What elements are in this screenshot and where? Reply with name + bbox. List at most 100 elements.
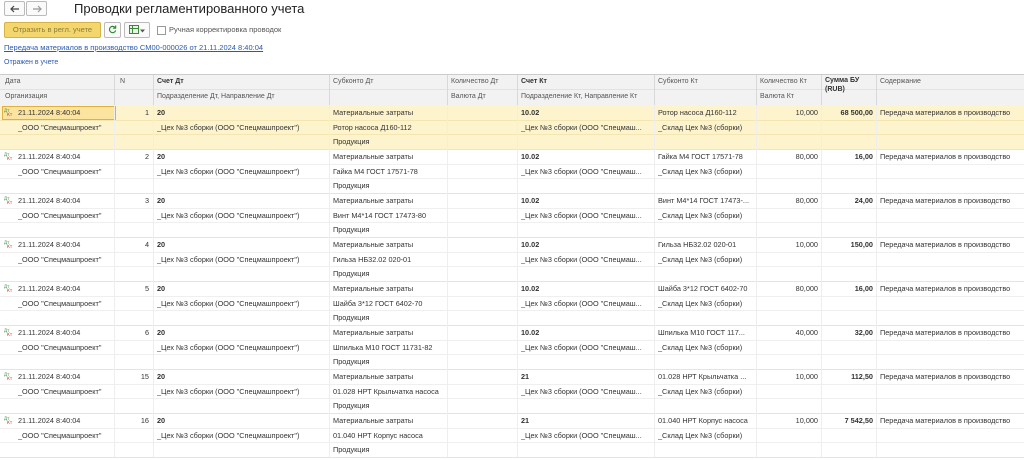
entries-table: Дата N Счет Дт Субконто Дт Количество Дт… [0, 74, 1024, 460]
cell-content: Передача материалов в производство [880, 284, 1011, 293]
back-arrow-icon [9, 5, 20, 13]
col-acc-kt[interactable]: Счет Кт [521, 78, 547, 85]
cell-org: _ООО "Спецмашпроект" [18, 123, 102, 132]
col-cur-dt[interactable]: Валюта Дт [451, 93, 486, 100]
cell-subconto-dt-2: 01.040 НРТ Корпус насоса [333, 431, 423, 440]
table-row[interactable]: Дт Кт 21.11.2024 8:40:04 5 20 Материальны… [0, 281, 1024, 326]
cell-subconto-kt-1: Винт М4*14 ГОСТ 17473-... [658, 196, 749, 205]
cell-subconto-kt-2: _Склад Цех №3 (сборки) [658, 255, 743, 264]
col-sum[interactable]: Сумма БУ [825, 77, 859, 84]
cell-subconto-kt-1: Ротор насоса Д160-112 [658, 108, 737, 117]
cell-subconto-dt-1: Материальные затраты [333, 416, 414, 425]
manual-correction-checkbox[interactable] [157, 26, 166, 35]
table-row[interactable]: Дт Кт 21.11.2024 8:40:04 4 20 Материальны… [0, 237, 1024, 282]
col-cur-kt[interactable]: Валюта Кт [760, 93, 794, 100]
cell-org: _ООО "Спецмашпроект" [18, 387, 102, 396]
cell-subconto-dt-2: Гайка М4 ГОСТ 17571-78 [333, 167, 418, 176]
cell-dept-dt: _Цех №3 сборки (ООО "Спецмашпроект") [157, 343, 300, 352]
cell-content: Передача материалов в производство [880, 240, 1011, 249]
cell-dept-dt: _Цех №3 сборки (ООО "Спецмашпроект") [157, 167, 300, 176]
cell-dept-dt: _Цех №3 сборки (ООО "Спецмашпроект") [157, 255, 300, 264]
cell-date: 21.11.2024 8:40:04 [18, 372, 81, 381]
svg-text:Кт: Кт [7, 112, 13, 116]
cell-qty-kt: 80,000 [795, 284, 818, 293]
forward-button[interactable] [26, 1, 47, 16]
cell-content: Передача материалов в производство [880, 108, 1011, 117]
table-row[interactable]: Дт Кт 21.11.2024 8:40:04 15 20 Материальн… [0, 369, 1024, 414]
dt-kt-icon: Дт Кт [4, 284, 13, 293]
cell-subconto-dt-1: Материальные затраты [333, 196, 414, 205]
cell-subconto-kt-2: _Склад Цех №3 (сборки) [658, 431, 743, 440]
post-to-reg-button[interactable]: Отразить в регл. учете [4, 22, 101, 38]
cell-acc-kt: 10.02 [521, 152, 540, 161]
table-row[interactable]: Дт Кт 21.11.2024 8:40:04 2 20 Материальны… [0, 149, 1024, 194]
cell-content: Передача материалов в производство [880, 152, 1011, 161]
cell-org: _ООО "Спецмашпроект" [18, 255, 102, 264]
cell-n: 4 [144, 240, 149, 249]
cell-dept-dt: _Цех №3 сборки (ООО "Спецмашпроект") [157, 123, 300, 132]
cell-dept-kt: _Цех №3 сборки (ООО "Спецмаш... [521, 123, 642, 132]
cell-subconto-dt-1: Материальные затраты [333, 372, 414, 381]
cell-date: 21.11.2024 8:40:04 [18, 152, 81, 161]
cell-content: Передача материалов в производство [880, 416, 1011, 425]
cell-subconto-kt-2: _Склад Цех №3 (сборки) [658, 167, 743, 176]
col-dept-dt[interactable]: Подразделение Дт, Направление Дт [157, 93, 275, 100]
dt-kt-icon: Дт Кт [4, 328, 13, 337]
col-date[interactable]: Дата [5, 78, 21, 85]
table-icon [129, 24, 139, 36]
col-qty-dt[interactable]: Количество Дт [451, 78, 498, 85]
cell-org: _ООО "Спецмашпроект" [18, 343, 102, 352]
table-row[interactable]: Дт Кт 21.11.2024 8:40:04 3 20 Материальны… [0, 193, 1024, 238]
cell-subconto-kt-2: _Склад Цех №3 (сборки) [658, 299, 743, 308]
cell-date: 21.11.2024 8:40:04 [18, 416, 81, 425]
more-actions-button[interactable] [124, 22, 150, 38]
col-subconto-dt[interactable]: Субконто Дт [333, 78, 373, 85]
cell-subconto-dt-3: Продукция [333, 357, 370, 366]
cell-date: 21.11.2024 8:40:04 [18, 284, 81, 293]
cell-qty-kt: 10,000 [795, 240, 818, 249]
dt-kt-icon: Дт Кт [4, 152, 13, 161]
cell-subconto-kt-1: Шпилька М10 ГОСТ 117... [658, 328, 745, 337]
svg-text:Кт: Кт [7, 200, 13, 204]
col-acc-dt[interactable]: Счет Дт [157, 78, 184, 85]
cell-subconto-dt-3: Продукция [333, 313, 370, 322]
dt-kt-icon: Дт Кт [4, 108, 13, 117]
cell-subconto-dt-1: Материальные затраты [333, 240, 414, 249]
dt-kt-icon: Дт Кт [4, 196, 13, 205]
title-bar: Проводки регламентированного учета [0, 0, 1024, 18]
col-dept-kt[interactable]: Подразделение Кт, Направление Кт [521, 93, 637, 100]
col-n[interactable]: N [120, 78, 125, 85]
cell-subconto-kt-1: 01.028 НРТ Крыльчатка ... [658, 372, 747, 381]
cell-sum: 24,00 [854, 196, 873, 205]
cell-subconto-kt-1: 01.040 НРТ Корпус насоса [658, 416, 748, 425]
cell-dept-kt: _Цех №3 сборки (ООО "Спецмаш... [521, 299, 642, 308]
cell-qty-kt: 40,000 [795, 328, 818, 337]
cell-dept-kt: _Цех №3 сборки (ООО "Спецмаш... [521, 431, 642, 440]
table-row[interactable]: Дт Кт 21.11.2024 8:40:04 1 20 Материальны… [0, 105, 1024, 150]
cell-subconto-kt-2: _Склад Цех №3 (сборки) [658, 343, 743, 352]
cell-acc-dt: 20 [157, 328, 166, 337]
col-content[interactable]: Содержание [880, 78, 921, 85]
cell-n: 1 [144, 108, 149, 117]
table-row[interactable]: Дт Кт 21.11.2024 8:40:04 16 20 Материальн… [0, 413, 1024, 458]
table-row[interactable]: Дт Кт 21.11.2024 8:40:04 6 20 Материальны… [0, 325, 1024, 370]
svg-text:Кт: Кт [7, 288, 13, 292]
cell-n: 2 [144, 152, 149, 161]
refresh-icon [108, 24, 117, 36]
cell-subconto-dt-1: Материальные затраты [333, 328, 414, 337]
cell-acc-kt: 10.02 [521, 196, 540, 205]
cell-n: 16 [140, 416, 149, 425]
col-qty-kt[interactable]: Количество Кт [760, 78, 807, 85]
refresh-button[interactable] [104, 22, 121, 38]
document-link[interactable]: Передача материалов в производство СМ00-… [4, 43, 263, 52]
cell-date: 21.11.2024 8:40:04 [18, 108, 81, 117]
col-subconto-kt[interactable]: Субконто Кт [658, 78, 698, 85]
cell-subconto-dt-2: Ротор насоса Д160-112 [333, 123, 412, 132]
cell-qty-kt: 10,000 [795, 416, 818, 425]
back-button[interactable] [4, 1, 25, 16]
cell-subconto-dt-3: Продукция [333, 401, 370, 410]
cell-subconto-kt-2: _Склад Цех №3 (сборки) [658, 211, 743, 220]
cell-org: _ООО "Спецмашпроект" [18, 431, 102, 440]
cell-subconto-dt-3: Продукция [333, 225, 370, 234]
col-org[interactable]: Организация [5, 93, 47, 100]
